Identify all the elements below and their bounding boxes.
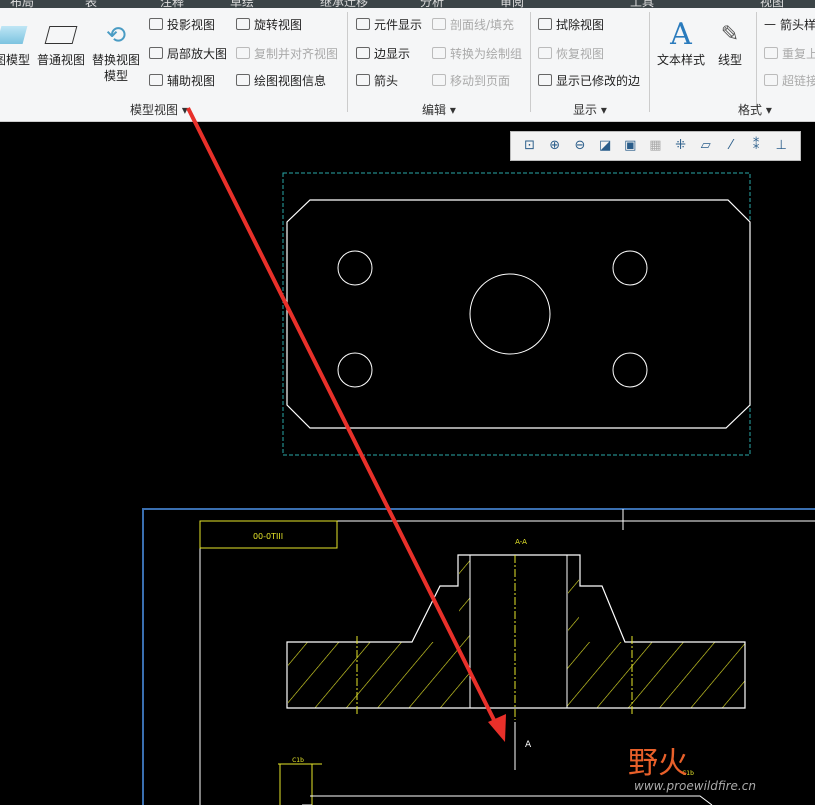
view-selection-outline bbox=[282, 172, 751, 456]
center-bore bbox=[469, 273, 551, 355]
view-toolbar: ⊡ ⊕ ⊖ ◪ ▣ ▦ ⁜ ⏥ ⁄ ⁑ ⊥ bbox=[510, 131, 801, 161]
lower-view-edge bbox=[302, 795, 713, 805]
point-icon[interactable]: ⁑ bbox=[747, 137, 765, 155]
section-label: A-A bbox=[515, 538, 527, 546]
bore-lines bbox=[469, 555, 568, 708]
hatch-region bbox=[568, 556, 579, 642]
title-box-text: 00-0TIII bbox=[253, 532, 283, 541]
annotation-icon[interactable]: ⏥ bbox=[697, 137, 715, 155]
hatch-region bbox=[567, 642, 745, 708]
bolt-hole bbox=[337, 250, 373, 286]
zoom-in-icon[interactable]: ⊕ bbox=[546, 137, 564, 155]
bolt-hole bbox=[612, 250, 648, 286]
arrow-label: A bbox=[525, 740, 532, 750]
plate-outline bbox=[286, 199, 751, 429]
saved-view-icon[interactable]: ▦ bbox=[646, 137, 664, 155]
axis-icon[interactable]: ⁄ bbox=[722, 137, 740, 155]
datum-display-icon[interactable]: ⁜ bbox=[672, 137, 690, 155]
dim-text: C1b bbox=[292, 757, 304, 764]
display-style-icon[interactable]: ▣ bbox=[621, 137, 639, 155]
hatch-region bbox=[288, 642, 470, 708]
arrow-head-icon bbox=[488, 714, 506, 742]
annotation-arrow bbox=[186, 107, 500, 729]
bolt-hole bbox=[612, 352, 648, 388]
csys-icon[interactable]: ⊥ bbox=[772, 137, 790, 155]
watermark-logo: 野火 bbox=[628, 746, 688, 781]
dimension-left bbox=[278, 763, 322, 805]
hatch-region bbox=[459, 556, 470, 642]
bolt-hole bbox=[337, 352, 373, 388]
watermark-url: www.proewildfire.cn bbox=[634, 779, 756, 793]
zoom-out-icon[interactable]: ⊖ bbox=[571, 137, 589, 155]
repaint-icon[interactable]: ◪ bbox=[596, 137, 614, 155]
zoom-fit-icon[interactable]: ⊡ bbox=[521, 137, 539, 155]
drawing-canvas[interactable]: 00-0TIII A-A A C1b C1b bbox=[0, 0, 815, 805]
